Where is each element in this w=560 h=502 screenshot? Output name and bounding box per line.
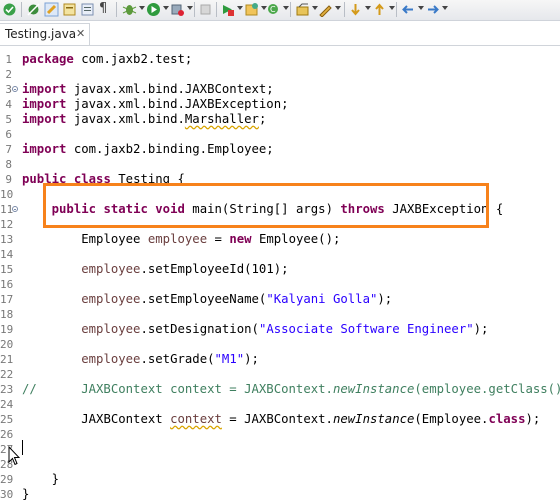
save-icon[interactable] — [2, 2, 17, 17]
line-number: 2 — [5, 68, 12, 81]
next-annotation-dropdown-icon[interactable] — [365, 6, 371, 10]
line-number: 7 — [5, 143, 12, 156]
open-task-icon[interactable] — [62, 2, 77, 17]
line-number: 1 — [5, 53, 12, 66]
line-number: 11 — [0, 203, 14, 216]
previous-annotation-icon[interactable] — [372, 2, 387, 17]
pencil-dropdown-icon[interactable] — [335, 6, 341, 10]
toolbar-separator — [396, 2, 397, 17]
toolbar-separator — [194, 2, 195, 17]
debug-icon[interactable] — [122, 2, 137, 17]
new-project-icon[interactable] — [244, 2, 259, 17]
next-annotation-icon[interactable] — [348, 2, 363, 17]
close-icon[interactable]: ✕ — [76, 27, 85, 40]
stop-icon[interactable] — [170, 2, 185, 17]
line-number: 16 — [0, 278, 14, 291]
stop-dropdown-icon[interactable] — [187, 6, 193, 10]
line-number: 22 — [0, 368, 14, 381]
toolbar-separator — [116, 2, 117, 17]
back-dropdown-icon[interactable] — [418, 6, 424, 10]
highlight-box — [43, 183, 489, 228]
line-number: 25 — [0, 413, 14, 426]
fold-collapse-icon[interactable] — [12, 86, 18, 92]
line-number: 30 — [0, 488, 14, 501]
mouse-pointer-icon — [8, 446, 20, 466]
toolbar-separator — [216, 2, 217, 17]
code-line: Employee employee = new Employee(); — [81, 232, 341, 246]
skip-breakpoints-icon[interactable] — [26, 2, 41, 17]
toolbar-separator — [344, 2, 345, 17]
text-cursor — [22, 440, 23, 455]
line-number: 24 — [0, 398, 14, 411]
toggle-mark-icon[interactable] — [44, 2, 59, 17]
line-number: 9 — [5, 173, 12, 186]
forward-dropdown-icon[interactable] — [442, 6, 448, 10]
code-line: package com.jaxb2.test; — [22, 52, 193, 66]
show-whitespace-icon[interactable] — [80, 2, 95, 17]
code-line: JAXBContext context = JAXBContext.newIns… — [81, 412, 541, 426]
previous-annotation-dropdown-icon[interactable] — [389, 6, 395, 10]
line-number: 23 — [0, 383, 14, 396]
search-icon[interactable]: C — [266, 2, 281, 17]
line-number: 12 — [0, 218, 14, 231]
line-number: 21 — [0, 353, 14, 366]
code-line: import com.jaxb2.binding.Employee; — [22, 142, 274, 156]
code-line: import javax.xml.bind.JAXBContext; — [22, 82, 274, 96]
code-line: employee.setEmployeeId(101); — [81, 262, 289, 276]
line-number: 29 — [0, 473, 14, 486]
line-number: 26 — [0, 428, 14, 441]
line-number: 3 — [5, 83, 12, 96]
line-number: 8 — [5, 158, 12, 171]
svg-text:C: C — [270, 5, 276, 14]
code-line-comment: // JAXBContext context = JAXBContext.new… — [22, 382, 560, 396]
line-number: 14 — [0, 248, 14, 261]
toolbar-separator — [290, 2, 291, 17]
run-external-dropdown-icon[interactable] — [237, 6, 243, 10]
line-number: 17 — [0, 293, 14, 306]
open-type-icon[interactable] — [295, 2, 310, 17]
code-line: employee.setGrade("M1"); — [81, 352, 259, 366]
line-number: 20 — [0, 338, 14, 351]
editor-tab-strip: Testing.java ✕ — [0, 21, 560, 46]
fold-collapse-icon[interactable] — [12, 206, 18, 212]
pilcrow-icon[interactable]: ¶ — [99, 1, 114, 16]
line-number: 10 — [0, 188, 14, 201]
line-number: 4 — [5, 98, 12, 111]
tab-label: Testing.java — [5, 27, 77, 41]
line-number: 6 — [5, 128, 12, 141]
main-toolbar: ¶ C — [0, 0, 560, 21]
search-dropdown-icon[interactable] — [283, 6, 289, 10]
line-number: 15 — [0, 263, 14, 276]
code-line: employee.setDesignation("Associate Softw… — [81, 322, 489, 336]
code-line: } — [22, 487, 30, 501]
toolbar-separator — [21, 2, 22, 17]
run-external-icon[interactable] — [220, 2, 235, 17]
debug-dropdown-icon[interactable] — [139, 6, 145, 10]
line-number: 18 — [0, 308, 14, 321]
run-dropdown-icon[interactable] — [163, 6, 169, 10]
tab-testing-java[interactable]: Testing.java ✕ — [0, 23, 90, 45]
terminate-icon[interactable] — [198, 2, 213, 17]
back-icon[interactable] — [401, 2, 416, 17]
line-number: 13 — [0, 233, 14, 246]
code-line: employee.setEmployeeName("Kalyani Golla"… — [81, 292, 393, 306]
line-number: 19 — [0, 323, 14, 336]
code-line: import javax.xml.bind.JAXBException; — [22, 97, 289, 111]
code-editor[interactable]: 1 package com.jaxb2.test; 2 3 import jav… — [0, 46, 560, 501]
code-line: } — [22, 472, 60, 486]
pencil-icon[interactable] — [318, 2, 333, 17]
line-number: 5 — [5, 113, 12, 126]
forward-icon[interactable] — [425, 2, 440, 17]
code-line: import javax.xml.bind.Marshaller; — [22, 112, 267, 126]
run-icon[interactable] — [146, 2, 161, 17]
